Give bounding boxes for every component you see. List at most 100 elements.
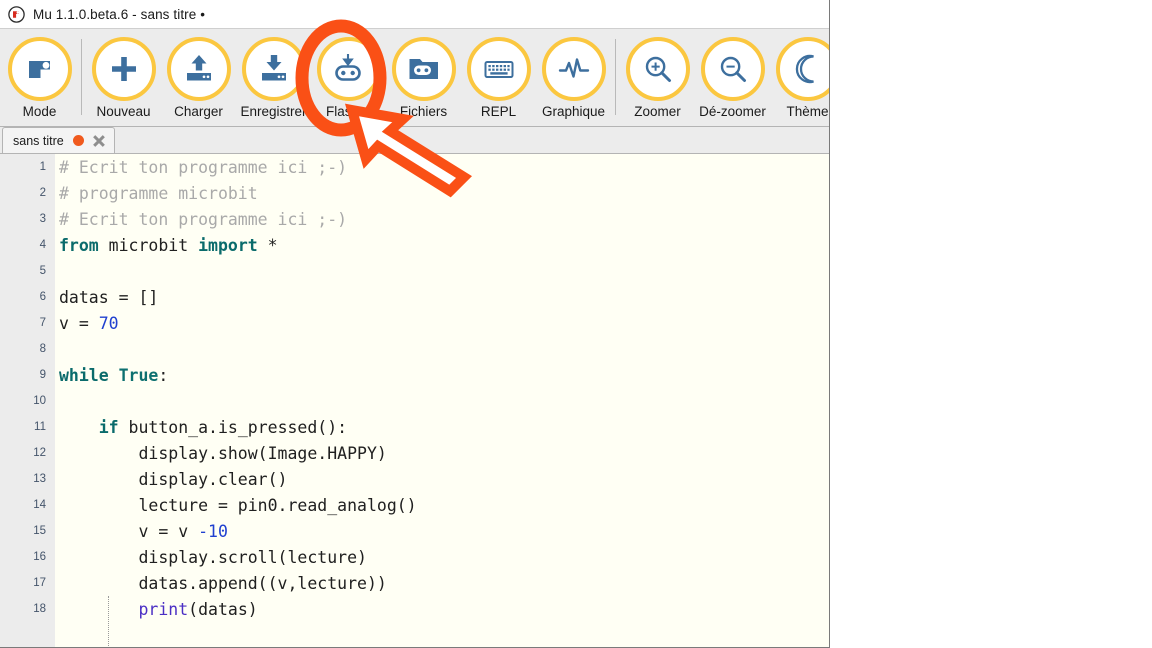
line-number: 17 [33,577,46,589]
code-line[interactable]: 14 lecture = pin0.read_analog() [0,492,829,518]
code-token: v = [59,313,99,333]
code-line[interactable]: 6 datas = [] [0,284,829,310]
code-text[interactable]: display.clear() [55,470,829,489]
toolbar-button-enregistrer[interactable]: Enregistrer [236,29,311,119]
window-title: Mu 1.1.0.beta.6 - sans titre • [33,6,206,22]
code-line[interactable]: 13 display.clear() [0,466,829,492]
code-lines[interactable]: 1 # Ecrit ton programme ici ;-) 2 # program… [0,154,829,647]
code-text[interactable]: from microbit import * [55,236,829,255]
toolbar-separator-1 [81,39,82,115]
code-text[interactable]: while True: [55,366,829,385]
microbit-flash-icon [316,37,381,101]
toolbar-button-zoomer[interactable]: Zoomer [620,29,695,119]
line-number: 4 [39,239,46,251]
code-line[interactable]: 15 v = v -10 [0,518,829,544]
toolbar-button-theme[interactable]: Thème [770,29,829,119]
code-token: # programme microbit [59,183,258,203]
code-text[interactable]: lecture = pin0.read_analog() [55,496,829,515]
code-token: datas = [] [59,287,159,307]
folder-microbit-icon [391,37,456,101]
mu-editor-window: Mu 1.1.0.beta.6 - sans titre • Mode Nouv… [0,0,830,648]
toolbar-button-dezoomer[interactable]: Dé-zoomer [695,29,770,119]
toolbar-button-graphique[interactable]: Graphique [536,29,611,119]
code-line[interactable]: 9 while True: [0,362,829,388]
toolbar-label: Nouveau [96,104,151,119]
code-line[interactable]: 8 [0,336,829,362]
code-text[interactable]: # programme microbit [55,184,829,203]
code-text[interactable]: datas.append((v,lecture)) [55,574,829,593]
code-text[interactable]: v = 70 [55,314,829,333]
code-line[interactable]: 7 v = 70 [0,310,829,336]
code-token: print [138,599,189,619]
line-number: 13 [33,473,46,485]
tab-bar: sans titre [0,127,829,153]
code-token: microbit [98,235,199,255]
close-icon[interactable] [92,134,106,148]
keyboard-icon [466,37,531,101]
code-text[interactable]: # Ecrit ton programme ici ;-) [55,158,829,177]
upload-icon [166,37,231,101]
code-token: v = v [59,521,199,541]
line-number: 1 [39,161,46,173]
toolbar-label: Mode [22,104,57,119]
code-token: display.show(Image.HAPPY) [59,443,387,463]
download-save-icon [241,37,306,101]
code-text[interactable]: display.show(Image.HAPPY) [55,444,829,463]
code-token: import [198,235,258,255]
moon-icon [775,37,829,101]
code-token: if [98,417,119,437]
line-number: 3 [39,213,46,225]
zoom-out-icon [700,37,765,101]
code-text[interactable]: datas = [] [55,288,829,307]
code-line[interactable]: 2 # programme microbit [0,180,829,206]
line-number: 6 [39,291,46,303]
code-line[interactable]: 10 [0,388,829,414]
code-token: while [59,365,109,385]
toolbar-separator-2 [615,39,616,115]
toolbar-button-fichiers[interactable]: Fichiers [386,29,461,119]
toolbar-label: Dé-zoomer [699,104,766,119]
toolbar-label: Zoomer [634,104,681,119]
line-number: 8 [39,343,46,355]
line-number: 10 [33,395,46,407]
code-text[interactable]: print(datas) [55,600,829,619]
code-editor[interactable]: 1 # Ecrit ton programme ici ;-) 2 # program… [0,153,829,647]
main-toolbar: Mode Nouveau Charger Enregistrer Flasher… [0,29,829,127]
pulse-wave-icon [541,37,606,101]
tab-sans-titre[interactable]: sans titre [2,127,115,153]
code-line[interactable]: 12 display.show(Image.HAPPY) [0,440,829,466]
code-token: lecture = pin0.read_analog() [59,495,417,515]
code-text[interactable]: display.scroll(lecture) [55,548,829,567]
mu-logo-icon [8,5,25,23]
code-line[interactable]: 1 # Ecrit ton programme ici ;-) [0,154,829,180]
code-line[interactable]: 3 # Ecrit ton programme ici ;-) [0,206,829,232]
toolbar-label: Graphique [541,104,606,119]
code-token: (datas) [188,599,258,619]
code-line[interactable]: 11 if button_a.is_pressed(): [0,414,829,440]
toolbar-button-charger[interactable]: Charger [161,29,236,119]
code-line[interactable]: 4 from microbit import * [0,232,829,258]
toolbar-button-flasher[interactable]: Flasher [311,29,386,119]
code-text[interactable]: if button_a.is_pressed(): [55,418,829,437]
code-line[interactable]: 18 print(datas) [0,596,829,622]
code-line[interactable]: 5 [0,258,829,284]
toolbar-button-nouveau[interactable]: Nouveau [86,29,161,119]
toolbar-label: Enregistrer [240,104,307,119]
code-line[interactable]: 17 datas.append((v,lecture)) [0,570,829,596]
line-number: 11 [34,421,46,433]
code-text[interactable]: # Ecrit ton programme ici ;-) [55,210,829,229]
line-number: 15 [33,525,46,537]
code-token: display.clear() [59,469,288,489]
code-token: from [59,235,99,255]
code-token: datas.append((v,lecture)) [59,573,387,593]
toolbar-button-mode[interactable]: Mode [2,29,77,119]
title-bar: Mu 1.1.0.beta.6 - sans titre • [0,0,829,29]
toolbar-label: Fichiers [399,104,448,119]
code-token: * [257,235,278,255]
toolbar-button-repl[interactable]: REPL [461,29,536,119]
code-text[interactable]: v = v -10 [55,522,829,541]
code-line[interactable]: 16 display.scroll(lecture) [0,544,829,570]
line-number: 16 [33,551,46,563]
